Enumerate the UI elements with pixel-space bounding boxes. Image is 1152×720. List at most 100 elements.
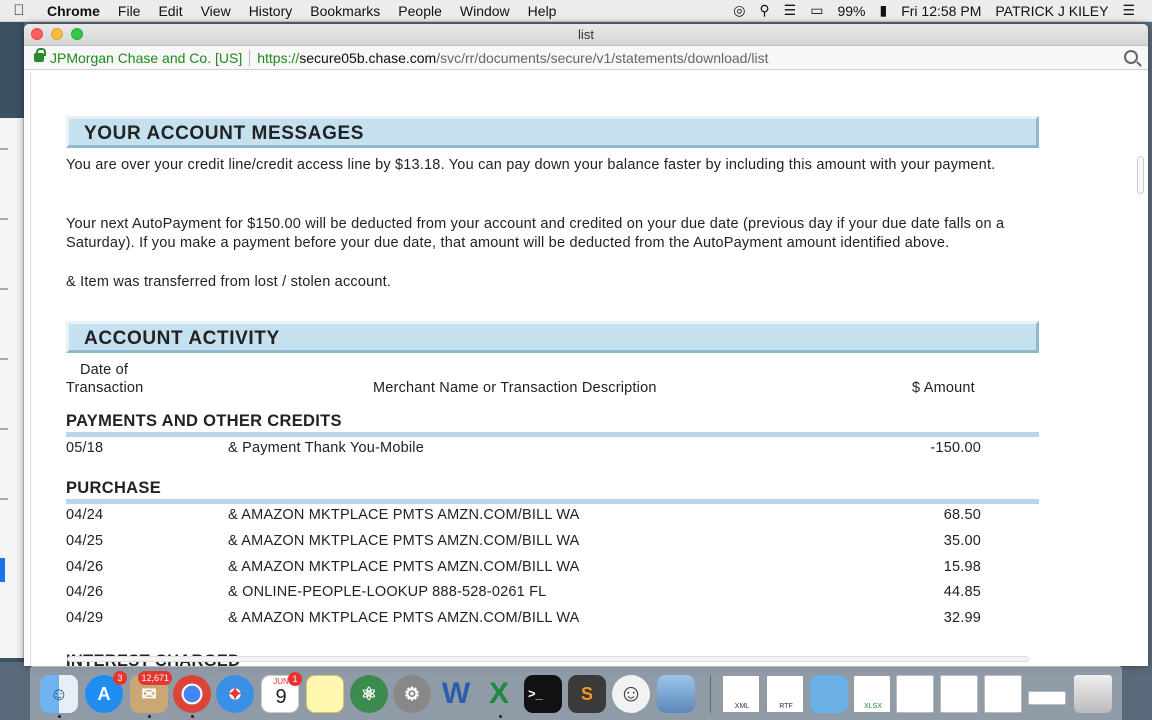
xlsx-file-icon[interactable]: XLSX	[853, 675, 891, 713]
dock-separator	[710, 675, 711, 713]
word-icon[interactable]: W	[437, 675, 475, 713]
finder-icon[interactable]: ☺	[40, 675, 78, 713]
menu-app-chrome[interactable]: Chrome	[38, 3, 109, 19]
dock: ☺ A 3 ✉ 12,671 ✦ JUN 9 1 ⚛ ⚙ W X >_ S ☺	[30, 666, 1122, 720]
purchase-header: PURCHASE	[66, 479, 161, 497]
txn-description: & AMAZON MKTPLACE PMTS AMZN.COM/BILL WA	[228, 559, 580, 575]
spreadsheet-thumbnail-icon[interactable]	[940, 675, 978, 713]
txn-description: & ONLINE-PEOPLE-LOOKUP 888-528-0261 FL	[228, 584, 547, 600]
background-window-tick	[0, 218, 8, 220]
safari-icon[interactable]: ✦	[216, 675, 254, 713]
mail-icon[interactable]: ✉ 12,671	[130, 671, 172, 713]
txn-amount: 32.99	[943, 610, 981, 626]
menu-window[interactable]: Window	[451, 3, 519, 19]
payments-credits-header: PAYMENTS AND OTHER CREDITS	[66, 412, 342, 430]
txn-description: & AMAZON MKTPLACE PMTS AMZN.COM/BILL WA	[228, 610, 580, 626]
url-path[interactable]: /svc/rr/documents/secure/v1/statements/d…	[436, 50, 768, 66]
menu-people[interactable]: People	[389, 3, 451, 19]
account-messages-title: YOUR ACCOUNT MESSAGES	[84, 123, 365, 144]
xml-file-icon[interactable]: XML	[722, 675, 760, 713]
calendar-badge: 1	[288, 672, 302, 686]
txn-amount: 15.98	[943, 559, 981, 575]
col-date-line1: Date of	[80, 362, 129, 378]
apple-icon[interactable]: 	[0, 2, 38, 19]
terminal-prompt-glyph: >_	[528, 686, 543, 701]
clock[interactable]: Fri 12:58 PM	[894, 3, 988, 19]
notes-icon[interactable]	[306, 675, 344, 713]
col-date-line2: Transaction	[66, 380, 144, 396]
excel-icon[interactable]: X	[480, 675, 518, 713]
txn-amount: -150.00	[930, 440, 981, 456]
calendar-icon[interactable]: JUN 9 1	[261, 672, 302, 713]
txn-amount: 35.00	[943, 533, 981, 549]
spreadsheet-thumbnail-icon[interactable]	[984, 675, 1022, 713]
battery-icon[interactable]: ▮	[873, 2, 895, 19]
terminal-icon[interactable]: >_	[524, 675, 562, 713]
document-thumbnail-icon[interactable]	[1028, 691, 1066, 705]
vertical-scrollbar[interactable]	[1137, 156, 1144, 194]
txn-description: & Payment Thank You-Mobile	[228, 440, 424, 456]
txn-amount: 44.85	[943, 584, 981, 600]
sublime-glyph: S	[580, 684, 593, 704]
address-bar[interactable]: JPMorgan Chase and Co. [US] https:// sec…	[24, 46, 1148, 70]
system-preferences-icon[interactable]: ⚙	[393, 675, 431, 713]
wifi-icon[interactable]: ☰	[777, 2, 804, 19]
disc-icon[interactable]: ◎	[726, 2, 752, 19]
title-bar[interactable]: list	[24, 24, 1148, 46]
zoom-button[interactable]	[71, 28, 83, 40]
txn-date: 04/29	[66, 610, 104, 626]
table-row: 05/18 & Payment Thank You-Mobile -150.00	[66, 440, 1041, 460]
url-scheme[interactable]: https://	[257, 50, 299, 66]
menu-file[interactable]: File	[109, 3, 150, 19]
window-controls	[31, 28, 83, 40]
atom-glyph: ⚛	[360, 684, 378, 704]
mail-badge: 12,671	[138, 671, 172, 685]
folder-icon[interactable]	[810, 675, 848, 713]
notification-center-icon[interactable]: ☰	[1115, 2, 1142, 19]
xml-file-label: XML	[734, 703, 750, 710]
app-store-badge: 3	[113, 671, 127, 685]
menu-help[interactable]: Help	[519, 3, 566, 19]
txn-date: 04/25	[66, 533, 104, 549]
menu-edit[interactable]: Edit	[149, 3, 191, 19]
rtf-file-icon[interactable]: RTF	[766, 675, 804, 713]
background-window[interactable]	[0, 118, 24, 658]
txn-date: 04/26	[66, 559, 104, 575]
background-window-tick	[0, 498, 8, 500]
col-amount: $ Amount	[912, 380, 975, 396]
spotlight-search-icon[interactable]: ⚲	[752, 2, 776, 19]
txn-amount: 68.50	[943, 507, 981, 523]
message-transferred: & Item was transferred from lost / stole…	[66, 274, 392, 290]
table-row: 04/25 & AMAZON MKTPLACE PMTS AMZN.COM/BI…	[66, 533, 1041, 553]
sublime-text-icon[interactable]: S	[568, 675, 606, 713]
emoji-app-icon[interactable]: ☺	[612, 675, 650, 713]
atom-icon[interactable]: ⚛	[350, 675, 388, 713]
chrome-icon[interactable]	[173, 675, 211, 713]
menu-history[interactable]: History	[240, 3, 302, 19]
menu-view[interactable]: View	[192, 3, 240, 19]
status-area: ◎ ⚲ ☰ ▭ 99% ▮ Fri 12:58 PM PATRICK J KIL…	[726, 2, 1152, 19]
finder-face-glyph: ☺	[49, 684, 69, 704]
calendar-day: 9	[275, 686, 287, 708]
background-window-tick	[0, 358, 8, 360]
battery-percent[interactable]: 99%	[830, 3, 872, 19]
horizontal-scrollbar[interactable]	[67, 656, 1029, 662]
ev-certificate-org[interactable]: JPMorgan Chase and Co. [US]	[50, 50, 242, 66]
address-separator	[249, 49, 251, 66]
user-name[interactable]: PATRICK J KILEY	[988, 3, 1115, 19]
gear-icon: ⚙	[403, 684, 421, 704]
preview-icon[interactable]	[657, 675, 695, 713]
txn-date: 04/24	[66, 507, 104, 523]
magnifier-zoom-icon[interactable]	[1124, 50, 1138, 64]
running-indicator	[499, 715, 502, 718]
trash-icon[interactable]	[1074, 675, 1112, 713]
url-host[interactable]: secure05b.chase.com	[299, 50, 436, 66]
airplay-icon[interactable]: ▭	[803, 2, 830, 19]
app-store-icon[interactable]: A 3	[85, 671, 127, 713]
menu-bookmarks[interactable]: Bookmarks	[301, 3, 389, 19]
close-button[interactable]	[31, 28, 43, 40]
spreadsheet-thumbnail-icon[interactable]	[896, 675, 934, 713]
lock-icon[interactable]	[34, 48, 46, 62]
minimize-button[interactable]	[51, 28, 63, 40]
table-row: 04/29 & AMAZON MKTPLACE PMTS AMZN.COM/BI…	[66, 610, 1041, 630]
